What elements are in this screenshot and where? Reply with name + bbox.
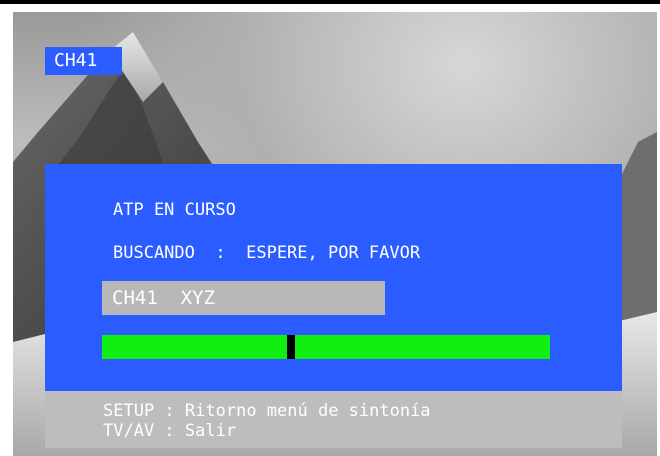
top-border <box>0 0 660 4</box>
setup-hint-text: Ritorno menú de sintonía <box>184 401 431 421</box>
search-progress-bar <box>102 335 550 359</box>
footer-tvav-hint: TV/AV : Salir <box>103 421 237 441</box>
tvav-hint-text: Salir <box>184 421 237 441</box>
channel-name-box: CH41 XYZ <box>102 281 385 315</box>
search-separator: : <box>215 243 226 263</box>
channel-badge: CH41 <box>45 47 122 75</box>
search-label: BUSCANDO <box>113 243 195 263</box>
atp-panel: ATP EN CURSO BUSCANDO : ESPERE, POR FAVO… <box>45 164 622 391</box>
footer-setup-hint: SETUP : Ritorno menú de sintonía <box>103 401 431 421</box>
tv-screen: CH41 ATP EN CURSO BUSCANDO : ESPERE, POR… <box>0 0 660 456</box>
setup-key-label: SETUP <box>103 401 155 421</box>
tvav-key-label: TV/AV <box>103 421 155 441</box>
progress-marker <box>287 335 295 359</box>
search-message: ESPERE, POR FAVOR <box>246 243 421 263</box>
help-footer: SETUP : Ritorno menú de sintonía TV/AV :… <box>45 391 622 448</box>
atp-status-text: ATP EN CURSO <box>113 200 236 220</box>
search-status-line: BUSCANDO : ESPERE, POR FAVOR <box>113 243 420 263</box>
